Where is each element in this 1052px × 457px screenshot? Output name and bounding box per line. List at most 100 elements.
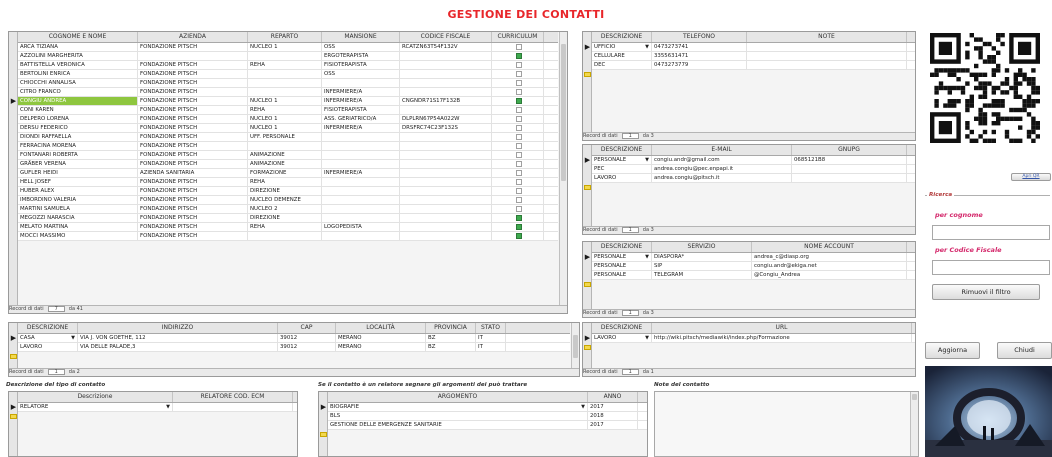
table-row[interactable]: CELLULARE 3355631471 (592, 52, 915, 61)
curriculum-checkbox[interactable] (515, 53, 522, 59)
table-row[interactable]: PERSONALE ▼ DIASPORA* andrea_c@diasp.org (592, 253, 915, 262)
curriculum-checkbox[interactable] (515, 143, 522, 149)
curriculum-checkbox[interactable] (515, 215, 522, 221)
column-header[interactable]: DESCRIZIONE (592, 242, 652, 252)
column-header[interactable]: ANNO (588, 392, 638, 402)
table-row[interactable]: CONGIU ANDREA FONDAZIONE PITSCH NUCLEO 1 IN… (18, 97, 558, 106)
notes-scrollbar[interactable] (910, 392, 918, 456)
table-row[interactable]: AZZOLINI MARGHERITA ERGOTERAPISTA (18, 52, 558, 61)
table-row[interactable]: CHIOCCHI ANNALISA FONDAZIONE PITSCH (18, 79, 558, 88)
curriculum-checkbox[interactable] (515, 80, 522, 86)
remove-filter-button[interactable]: Rimuovi il filtro (932, 284, 1040, 300)
table-row[interactable]: PERSONALE SIP congiu.andr@ekiga.net (592, 262, 915, 271)
table-row[interactable]: HUBER ALEX FONDAZIONE PITSCH DIREZIONE (18, 187, 558, 196)
column-header[interactable]: PROVINCIA (426, 323, 476, 333)
record-nav-current[interactable]: 1 (47, 369, 65, 375)
column-header[interactable]: NOME ACCOUNT (752, 242, 907, 252)
table-row[interactable]: DELPERO LORENA FONDAZIONE PITSCH NUCLEO 1 A… (18, 115, 558, 124)
addresses-grid[interactable]: DESCRIZIONE INDIRIZZO CAP LOCALITÀ PROVINCIA… (8, 322, 580, 377)
table-row[interactable]: IMBORDINO VALERIA FONDAZIONE PITSCH NUCLEO… (18, 196, 558, 205)
column-header[interactable]: COGNOME E NOME (18, 32, 138, 42)
record-navigator[interactable]: Record di dati 1 da 3 (583, 226, 915, 234)
contacts-grid[interactable]: COGNOME E NOME AZIENDA REPARTO MANSIONE CODI… (8, 31, 568, 314)
column-header[interactable]: DESCRIZIONE (18, 323, 78, 333)
topics-grid[interactable]: ARGOMENTO ANNO BIOGRAFIE ▼ 2017 BLS 2018 GESTIO… (318, 391, 648, 457)
scrollbar-thumb[interactable] (573, 335, 578, 358)
table-row[interactable]: ARCA TIZIANA FONDAZIONE PITSCH NUCLEO 1 OSS… (18, 43, 558, 52)
table-row[interactable]: DEC 0473273779 (592, 61, 915, 70)
table-row[interactable]: MARTINI SAMUELA FONDAZIONE PITSCH NUCLEO 2 (18, 205, 558, 214)
table-row[interactable]: MOCCI MASSIMO FONDAZIONE PITSCH (18, 232, 558, 241)
curriculum-checkbox[interactable] (515, 188, 522, 194)
record-nav-current[interactable]: 1 (621, 369, 639, 375)
column-header[interactable]: DESCRIZIONE (592, 32, 652, 42)
description-dropdown[interactable]: PERSONALE ▼ (592, 156, 652, 164)
table-row[interactable]: RELATORE ▼ (18, 403, 297, 412)
curriculum-checkbox[interactable] (515, 161, 522, 167)
update-button[interactable]: Aggiorna (925, 342, 980, 359)
table-row[interactable]: LAVORO ▼ http://wiki.pitsch/mediawiki/inde… (592, 334, 915, 343)
record-nav-current[interactable]: 1 (621, 310, 639, 316)
record-nav-current[interactable]: 1 (621, 133, 639, 139)
table-row[interactable]: HELL JOSEF FONDAZIONE PITSCH REHA (18, 178, 558, 187)
curriculum-checkbox[interactable] (515, 224, 522, 230)
contact-type-grid[interactable]: Descrizione RELATORE COD. ECM RELATORE ▼ ▶ (8, 391, 298, 457)
emails-grid[interactable]: DESCRIZIONE E-MAIL GNUPG PERSONALE ▼ congiu.a… (582, 144, 916, 235)
scrollbar-thumb[interactable] (561, 44, 566, 181)
services-grid[interactable]: DESCRIZIONE SERVIZIO NOME ACCOUNT PERSONALE… (582, 241, 916, 318)
search-cf-input[interactable] (932, 260, 1050, 275)
column-header[interactable]: ARGOMENTO (328, 392, 588, 402)
curriculum-checkbox[interactable] (515, 62, 522, 68)
table-row[interactable]: MEGOZZI NARASCIA FONDAZIONE PITSCH DIREZIO… (18, 214, 558, 223)
curriculum-checkbox[interactable] (515, 98, 522, 104)
curriculum-checkbox[interactable] (515, 197, 522, 203)
column-header[interactable]: INDIRIZZO (78, 323, 278, 333)
table-row[interactable]: BERTOLINI ENRICA FONDAZIONE PITSCH OSS (18, 70, 558, 79)
column-header[interactable]: DESCRIZIONE (592, 323, 652, 333)
table-row[interactable]: CONI KAREN FONDAZIONE PITSCH REHA FISIOTERA… (18, 106, 558, 115)
search-surname-input[interactable] (932, 225, 1050, 240)
curriculum-checkbox[interactable] (515, 125, 522, 131)
curriculum-checkbox[interactable] (515, 89, 522, 95)
curriculum-checkbox[interactable] (515, 206, 522, 212)
curriculum-checkbox[interactable] (515, 170, 522, 176)
column-header[interactable]: CAP (278, 323, 336, 333)
table-row[interactable]: GESTIONE DELLE EMERGENZE SANITARIE 2017 (328, 421, 647, 430)
table-row[interactable]: PERSONALE ▼ congiu.andr@gmail.com 0685121B8 (592, 156, 915, 165)
table-row[interactable]: FERRACINA MORENA FONDAZIONE PITSCH (18, 142, 558, 151)
table-row[interactable]: UFFICIO ▼ 0473273741 (592, 43, 915, 52)
column-header[interactable]: LOCALITÀ (336, 323, 426, 333)
table-row[interactable]: FONTANARI ROBERTA FONDAZIONE PITSCH ANIMAZ… (18, 151, 558, 160)
table-row[interactable]: PERSONALE TELEGRAM @Congiu_Andrea (592, 271, 915, 280)
column-header[interactable]: RELATORE COD. ECM (173, 392, 293, 402)
column-header[interactable]: MANSIONE (322, 32, 400, 42)
column-header[interactable]: AZIENDA (138, 32, 248, 42)
curriculum-checkbox[interactable] (515, 134, 522, 140)
table-row[interactable]: BLS 2018 (328, 412, 647, 421)
description-dropdown[interactable]: LAVORO ▼ (592, 334, 652, 342)
column-header[interactable]: STATO (476, 323, 506, 333)
column-header[interactable]: NOTE (747, 32, 907, 42)
record-navigator[interactable]: Record di dati 1 da 2 (9, 368, 579, 376)
qr-button[interactable]: Apri QR (1011, 173, 1051, 181)
column-header[interactable]: SERVIZIO (652, 242, 752, 252)
column-header[interactable]: GNUPG (792, 145, 907, 155)
vertical-scrollbar[interactable] (571, 323, 579, 368)
table-row[interactable]: LAVORO VIA DELLE PALADE,3 39012 MERANO BZ IT (18, 343, 570, 352)
record-navigator[interactable]: Record di dati 1 da 3 (583, 309, 915, 317)
table-row[interactable]: LAVORO andrea.congiu@pitsch.it (592, 174, 915, 183)
table-row[interactable]: BIOGRAFIE ▼ 2017 (328, 403, 647, 412)
notes-textarea[interactable] (654, 391, 919, 457)
table-row[interactable]: DIONDI RAFFAELLA FONDAZIONE PITSCH UFF. PE… (18, 133, 558, 142)
table-row[interactable]: GRÄBER VERENA FONDAZIONE PITSCH ANIMAZIONE (18, 160, 558, 169)
description-dropdown[interactable]: UFFICIO ▼ (592, 43, 652, 51)
curriculum-checkbox[interactable] (515, 107, 522, 113)
table-row[interactable]: MELATO MARTINA FONDAZIONE PITSCH REHA LOGOP… (18, 223, 558, 232)
column-header[interactable]: URL (652, 323, 912, 333)
column-header[interactable]: REPARTO (248, 32, 322, 42)
close-button[interactable]: Chiudi (997, 342, 1052, 359)
column-header[interactable]: E-MAIL (652, 145, 792, 155)
column-header[interactable]: Descrizione (18, 392, 173, 402)
phones-grid[interactable]: DESCRIZIONE TELEFONO NOTE UFFICIO ▼ 047327374… (582, 31, 916, 141)
record-nav-current[interactable]: 7 (47, 306, 65, 312)
